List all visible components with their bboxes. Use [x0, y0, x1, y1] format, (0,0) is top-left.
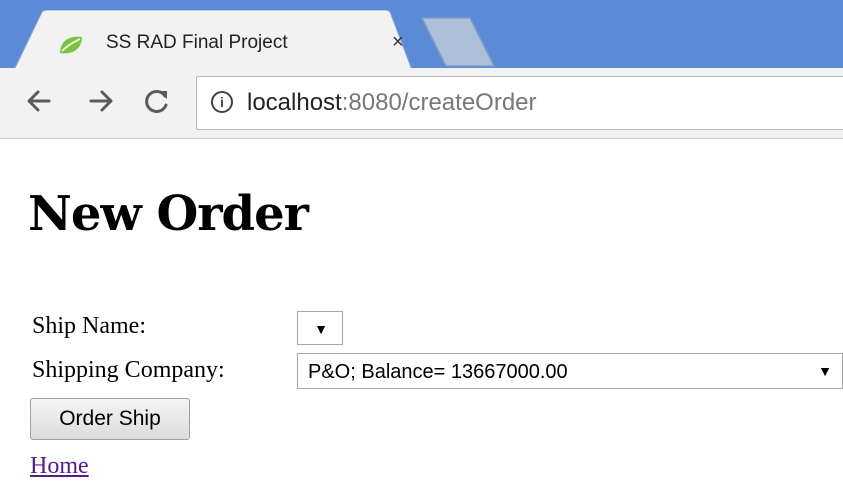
shipping-company-select[interactable]: P&O; Balance= 13667000.00 ▼ [297, 353, 843, 389]
reload-icon[interactable] [140, 84, 174, 118]
new-tab-button[interactable] [420, 16, 500, 68]
url-host: localhost [247, 89, 342, 116]
url-text[interactable]: localhost:8080/createOrder [247, 89, 537, 117]
shipping-company-label: Shipping Company: [32, 357, 225, 383]
home-link[interactable]: Home [30, 453, 89, 480]
ship-name-select[interactable]: ▼ [297, 311, 343, 345]
page-title: New Order [28, 186, 309, 242]
ship-name-label: Ship Name: [32, 313, 146, 339]
chevron-down-icon: ▼ [818, 363, 832, 379]
info-icon[interactable]: i [211, 91, 233, 113]
forward-arrow-icon[interactable] [84, 84, 118, 118]
tab-active[interactable]: SS RAD Final Project × [14, 10, 414, 72]
shipping-company-value: P&O; Balance= 13667000.00 [308, 361, 568, 383]
close-icon[interactable]: × [392, 32, 404, 52]
chevron-down-icon: ▼ [314, 321, 328, 337]
url-path: :8080/createOrder [341, 89, 537, 116]
address-bar[interactable]: i localhost:8080/createOrder [196, 76, 843, 130]
spring-leaf-icon [58, 35, 84, 55]
back-arrow-icon[interactable] [22, 84, 56, 118]
order-ship-button[interactable]: Order Ship [30, 398, 190, 440]
tab-title: SS RAD Final Project [106, 32, 288, 53]
